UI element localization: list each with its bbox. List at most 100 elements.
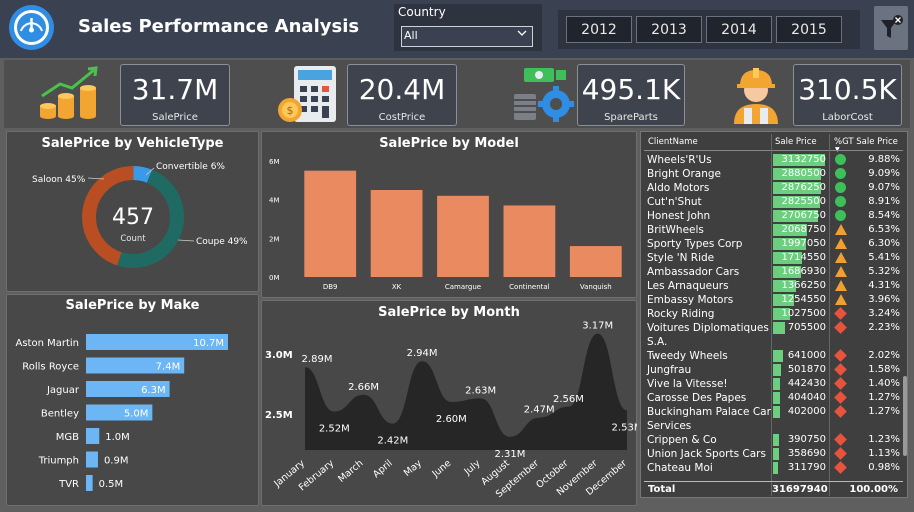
model-bar-vanquish[interactable]: [569, 246, 622, 277]
table-total-pct: 100.00%: [849, 484, 898, 495]
table-row[interactable]: Tweedy Wheels 641000 2.02%: [644, 349, 903, 363]
country-filter-label: Country: [398, 5, 446, 19]
pct-cell: 0.98%: [868, 462, 900, 473]
kpi-label-spareparts: SpareParts: [604, 112, 658, 123]
model-bar-continental[interactable]: [503, 205, 556, 277]
model-bar-xk[interactable]: [370, 190, 423, 277]
warning-triangle-icon: [835, 252, 847, 263]
client-name-cell: Les Arnaqueurs: [647, 280, 729, 292]
sale-price-cell: 3132750: [781, 154, 826, 165]
alert-diamond-icon: [834, 349, 847, 362]
table-row[interactable]: Crippen & Co 390750 1.23%: [644, 433, 903, 447]
client-name-cell: Wheels'R'Us: [647, 154, 712, 166]
spare-parts-gears-icon: [512, 64, 574, 130]
table-scrollbar[interactable]: [903, 376, 907, 456]
kpi-card-saleprice: 31.7M SalePrice: [120, 64, 230, 126]
client-name-cell: Crippen & Co: [647, 434, 717, 446]
model-bar-db9[interactable]: [304, 170, 357, 277]
make-bar-mgb[interactable]: [86, 428, 100, 444]
model-xtick-label: DB9: [323, 283, 338, 291]
table-row[interactable]: Chateau Moi 311790 0.98%: [644, 461, 903, 475]
month-xtick-label: April: [371, 458, 395, 480]
month-data-label: 2.60M: [436, 414, 467, 425]
clear-filter-button[interactable]: [874, 6, 908, 50]
pct-cell: 1.40%: [868, 378, 900, 389]
status-circle-icon: [835, 168, 846, 179]
sale-price-cell: 311790: [787, 462, 826, 473]
table-row[interactable]: Honest John 2706750 8.54%: [644, 209, 903, 223]
warning-triangle-icon: [835, 238, 847, 249]
month-data-label: 2.94M: [407, 348, 438, 359]
table-row[interactable]: Voitures Diplomatiques S.A. 705500 2.23%: [644, 321, 903, 349]
country-dropdown-value: All: [404, 29, 418, 42]
month-data-label: 2.42M: [377, 436, 408, 447]
sale-price-cell: 2880500: [781, 168, 826, 179]
sale-price-cell: 2068750: [781, 224, 826, 235]
year-button-2014[interactable]: 2014: [706, 16, 772, 43]
pct-cell: 5.41%: [868, 252, 900, 263]
make-value-label: 0.5M: [99, 479, 124, 490]
client-name-cell: Voitures Diplomatiques S.A.: [647, 322, 769, 348]
model-bar-chart: 6M 4M 2M 0M DB9 XK Camargue Continental Vanquish: [269, 158, 622, 291]
month-data-label: 2.63M: [465, 385, 496, 396]
model-xtick-label: Continental: [509, 283, 550, 291]
model-ytick-label: 2M: [269, 235, 280, 243]
year-button-2013[interactable]: 2013: [636, 16, 702, 43]
table-row[interactable]: BritWheels 2068750 6.53%: [644, 223, 903, 237]
table-header-clientname[interactable]: ClientName: [648, 137, 698, 147]
make-category-label: Aston Martin: [15, 338, 79, 349]
table-row[interactable]: Ambassador Cars 1686930 5.32%: [644, 265, 903, 279]
table-row[interactable]: Cut'n'Shut 2825500 8.91%: [644, 195, 903, 209]
table-header-saleprice[interactable]: Sale Price: [775, 137, 817, 147]
pct-cell: 1.58%: [868, 364, 900, 375]
table-row[interactable]: Buckingham Palace Car Services 402000 1.27…: [644, 405, 903, 433]
table-row[interactable]: Les Arnaqueurs 1366250 4.31%: [644, 279, 903, 293]
sale-price-cell: 2876250: [781, 182, 826, 193]
table-row[interactable]: Wheels'R'Us 3132750 9.88%: [644, 153, 903, 167]
kpi-label-costprice: CostPrice: [378, 112, 426, 123]
status-circle-icon: [835, 210, 846, 221]
make-bar-triumph[interactable]: [86, 451, 98, 468]
pct-cell: 3.96%: [868, 294, 900, 305]
pct-cell: 2.23%: [868, 322, 900, 333]
model-ytick-label: 4M: [269, 197, 280, 205]
month-data-label: 2.47M: [524, 405, 555, 416]
month-data-label: 2.56M: [553, 394, 584, 405]
table-row[interactable]: Rocky Riding 1027500 3.24%: [644, 307, 903, 321]
calculator-coin-icon: $: [276, 64, 340, 130]
model-bar-camargue[interactable]: [437, 195, 489, 277]
donut-chart: 457 Count Convertible 6% Coupe 49% Saloo…: [32, 162, 248, 268]
pct-cell: 6.30%: [868, 238, 900, 249]
status-circle-icon: [835, 182, 846, 193]
month-data-label: 2.89M: [302, 354, 333, 365]
month-data-label: 2.53M: [612, 422, 637, 433]
table-row[interactable]: Style 'N Ride 1714550 5.41%: [644, 251, 903, 265]
year-button-2015[interactable]: 2015: [776, 16, 842, 43]
pct-cell: 3.24%: [868, 308, 900, 319]
donut-center-label: Count: [120, 234, 146, 244]
make-category-label: Rolls Royce: [22, 362, 79, 373]
pct-cell: 1.27%: [868, 392, 900, 403]
table-row[interactable]: Jungfrau 501870 1.58%: [644, 363, 903, 377]
month-xtick-label: June: [430, 458, 454, 480]
table-row[interactable]: Embassy Motors 1254550 3.96%: [644, 293, 903, 307]
alert-diamond-icon: [834, 391, 847, 404]
table-row[interactable]: Bright Orange 2880500 9.09%: [644, 167, 903, 181]
table-header-pct[interactable]: %GT Sale Price: [834, 137, 898, 147]
make-value-label: 5.0M: [124, 409, 149, 420]
make-bar-chart: Aston Martin 10.7M Rolls Royce 7.4M Jaguar 6.…: [15, 334, 228, 491]
alert-diamond-icon: [834, 363, 847, 376]
make-category-label: Bentley: [41, 409, 79, 420]
table-row[interactable]: Union Jack Sports Cars 358690 1.13%: [644, 447, 903, 461]
table-row[interactable]: Aldo Motors 2876250 9.07%: [644, 181, 903, 195]
table-row[interactable]: Vive la Vitesse! 442430 1.40%: [644, 377, 903, 391]
make-category-label: MGB: [56, 432, 79, 443]
kpi-card-spareparts: 495.1K SpareParts: [577, 64, 685, 126]
table-row[interactable]: Sporty Types Corp 1997050 6.30%: [644, 237, 903, 251]
make-bar-tvr[interactable]: [86, 475, 93, 491]
month-data-label: 3.17M: [582, 321, 613, 332]
country-dropdown[interactable]: [401, 26, 533, 47]
worker-hardhat-icon: [726, 64, 786, 130]
year-button-2012[interactable]: 2012: [566, 16, 632, 43]
table-row[interactable]: Carosse Des Papes 404040 1.27%: [644, 391, 903, 405]
